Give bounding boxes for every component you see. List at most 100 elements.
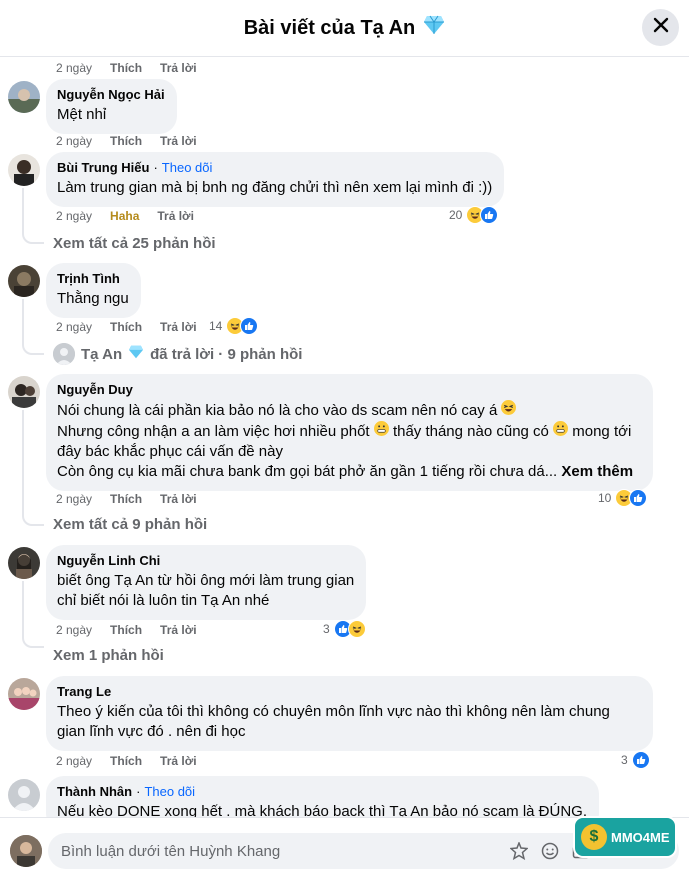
avatar[interactable]: [8, 265, 40, 297]
view-replies-link[interactable]: Xem tất cả 9 phản hồi: [53, 516, 207, 533]
avatar[interactable]: [8, 81, 40, 113]
emoji-icon[interactable]: [541, 842, 559, 860]
avatar[interactable]: [8, 376, 40, 408]
like-emoji-icon: [480, 206, 499, 224]
avatar-sticker-icon[interactable]: [510, 842, 528, 860]
like-emoji-icon: [240, 317, 259, 335]
haha-reaction-button[interactable]: Haha: [110, 208, 139, 224]
comment-bubble: Thành Nhân · Theo dõi Nếu kèo DONE xong …: [46, 776, 599, 817]
comment-bubble: Trịnh Tình Thằng ngu: [46, 263, 141, 318]
comment-time[interactable]: 2 ngày: [56, 491, 92, 507]
reaction-summary[interactable]: 14: [209, 317, 259, 335]
comment-actions: 2 ngày Thích Trả lời: [56, 491, 197, 507]
watermark-logo: $ MMO4ME: [573, 816, 677, 858]
reply-thread-line: [22, 581, 44, 648]
like-button[interactable]: Thích: [110, 133, 142, 149]
see-more-link[interactable]: Xem thêm: [561, 463, 633, 480]
comment-time[interactable]: 2 ngày: [56, 208, 92, 224]
comments-feed[interactable]: 2 ngày Thích Trả lời Nguyễn Ngọc Hải Mệt…: [0, 57, 689, 817]
reply-author: Tạ An: [81, 345, 123, 363]
avatar[interactable]: [8, 547, 40, 579]
page-title: Bài viết của Tạ An: [244, 15, 446, 41]
reply-preview[interactable]: Tạ An đã trả lời · 9 phản hồi: [53, 343, 302, 365]
like-button[interactable]: Thích: [110, 319, 142, 335]
comment-text: Nhưng công nhận a an làm việc hơi nhiều …: [57, 423, 370, 440]
watermark-text: MMO4ME: [611, 829, 670, 845]
avatar[interactable]: [8, 154, 40, 186]
reply-button[interactable]: Trả lời: [160, 753, 197, 769]
reply-thread-line: [22, 410, 44, 526]
grin-emoji-icon: [553, 421, 569, 440]
comment-text: Làm trung gian mà bị bnh ng đăng chửi th…: [57, 179, 493, 196]
comment-actions: 2 ngày Thích Trả lời: [56, 753, 197, 769]
like-emoji-icon: [631, 751, 650, 769]
reaction-summary[interactable]: 20: [449, 206, 499, 224]
commenter-name[interactable]: Nguyễn Ngọc Hải: [57, 87, 165, 103]
reply-button[interactable]: Trả lời: [157, 208, 194, 224]
diamond-icon: [423, 15, 445, 41]
commenter-name[interactable]: Nguyễn Duy: [57, 382, 133, 398]
comment-time[interactable]: 2 ngày: [56, 622, 92, 638]
avatar: [53, 343, 75, 365]
reaction-summary[interactable]: 10: [598, 489, 648, 507]
laughing-emoji-icon: [501, 400, 517, 419]
like-emoji-icon: [629, 489, 648, 507]
like-button[interactable]: Thích: [110, 753, 142, 769]
comment-actions: 2 ngày Haha Trả lời: [56, 208, 194, 224]
comment-input[interactable]: [61, 842, 501, 860]
diamond-icon: [128, 345, 144, 363]
post-header: Bài viết của Tạ An: [0, 0, 689, 57]
comment-text: biết ông Tạ An từ hồi ông mới làm trung …: [57, 572, 355, 589]
reaction-count: 14: [209, 319, 223, 333]
reply-button[interactable]: Trả lời: [160, 133, 197, 149]
view-replies-link[interactable]: Xem 1 phản hồi: [53, 647, 164, 664]
comment-time[interactable]: 2 ngày: [56, 60, 92, 76]
close-icon: [653, 17, 669, 38]
comment-time[interactable]: 2 ngày: [56, 133, 92, 149]
commenter-name[interactable]: Trịnh Tình: [57, 271, 120, 287]
avatar[interactable]: [10, 835, 42, 867]
reaction-count: 10: [598, 491, 612, 505]
comment-time[interactable]: 2 ngày: [56, 319, 92, 335]
grin-emoji-icon: [373, 421, 389, 440]
reaction-count: 3: [621, 753, 628, 767]
reaction-count: 20: [449, 208, 463, 222]
commenter-name[interactable]: Bùi Trung Hiếu: [57, 160, 149, 176]
comment-text: đây bác khắc phục cái vấn đề này: [57, 443, 283, 460]
comment-bubble: Nguyễn Duy Nói chung là cái phần kia bảo…: [46, 374, 653, 491]
commenter-name[interactable]: Trang Le: [57, 684, 111, 700]
comment-text: Nói chung là cái phần kia bảo nó là cho …: [57, 402, 498, 419]
reaction-summary[interactable]: 3: [323, 620, 366, 638]
reaction-summary[interactable]: 3: [621, 751, 650, 769]
comment-text: Mệt nhỉ: [57, 106, 107, 123]
haha-emoji-icon: [347, 620, 366, 638]
comment-actions: 2 ngày Thích Trả lời: [56, 133, 197, 149]
comment-actions: 2 ngày Thích Trả lời: [56, 622, 197, 638]
like-button[interactable]: Thích: [110, 491, 142, 507]
avatar[interactable]: [8, 779, 40, 811]
follow-button[interactable]: Theo dõi: [144, 784, 195, 800]
avatar[interactable]: [8, 678, 40, 710]
reply-button[interactable]: Trả lời: [160, 60, 197, 76]
comment-time[interactable]: 2 ngày: [56, 753, 92, 769]
reaction-count: 3: [323, 622, 330, 636]
comment-text: Theo ý kiến của tôi thì không có chuyên …: [57, 703, 610, 720]
comment-bubble: Nguyễn Ngọc Hải Mệt nhỉ: [46, 79, 177, 134]
comment-text: mong tới: [572, 423, 632, 440]
reply-thread-line: [22, 188, 44, 244]
comment-text: Còn ông cụ kia mãi chưa bank đm gọi bát …: [57, 463, 558, 480]
like-button[interactable]: Thích: [110, 622, 142, 638]
reply-thread-line: [22, 299, 44, 355]
follow-button[interactable]: Theo dõi: [162, 160, 213, 176]
commenter-name[interactable]: Nguyễn Linh Chi: [57, 553, 160, 569]
comment-bubble: Nguyễn Linh Chi biết ông Tạ An từ hồi ôn…: [46, 545, 367, 620]
view-replies-link[interactable]: Xem tất cả 25 phản hồi: [53, 235, 216, 252]
reply-button[interactable]: Trả lời: [160, 491, 197, 507]
close-button[interactable]: [642, 9, 679, 46]
reply-button[interactable]: Trả lời: [160, 622, 197, 638]
comment-text: thấy tháng nào cũng có: [392, 423, 549, 440]
commenter-name[interactable]: Thành Nhân: [57, 784, 132, 800]
comment-text: gian lĩnh vực đó . nên đi học: [57, 723, 246, 740]
reply-button[interactable]: Trả lời: [160, 319, 197, 335]
like-button[interactable]: Thích: [110, 60, 142, 76]
